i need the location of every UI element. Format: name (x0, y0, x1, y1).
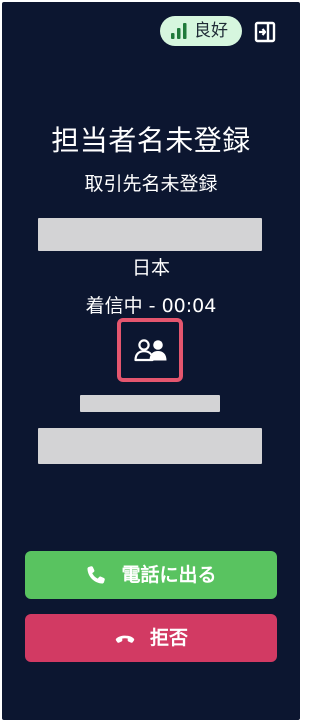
phone-hangup-icon (115, 635, 135, 643)
decline-call-label: 拒否 (149, 626, 188, 649)
signal-bars-icon (171, 23, 187, 39)
phone-icon (87, 566, 106, 584)
connection-quality-label: 良好 (194, 20, 228, 41)
caller-country: 日本 (131, 257, 170, 279)
contacts-icon (134, 339, 167, 362)
answer-call-label: 電話に出る (121, 563, 217, 586)
redacted-phone-number (38, 428, 262, 464)
incoming-call-panel: 良好 担当者名未登録 取引先名未登録 日本 着信中 - 00:04 電話に出る … (2, 2, 300, 720)
answer-call-button[interactable]: 電話に出る (25, 551, 277, 599)
redacted-field (80, 395, 220, 412)
panel-collapse-icon (254, 21, 276, 43)
panel-collapse-button[interactable] (253, 20, 277, 44)
call-status: 着信中 - 00:04 (85, 295, 217, 317)
softphone-window: 良好 担当者名未登録 取引先名未登録 日本 着信中 - 00:04 電話に出る … (0, 0, 302, 722)
contact-name: 担当者名未登録 (51, 124, 251, 157)
redacted-field (38, 218, 262, 251)
company-name: 取引先名未登録 (84, 173, 218, 195)
contacts-button[interactable] (117, 318, 183, 382)
decline-call-button[interactable]: 拒否 (25, 614, 277, 662)
connection-quality-badge: 良好 (160, 16, 242, 46)
